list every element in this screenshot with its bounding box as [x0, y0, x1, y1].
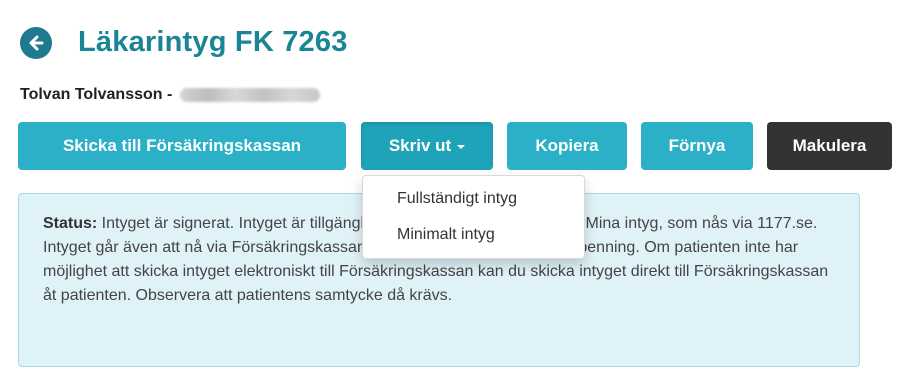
send-to-fk-button[interactable]: Skicka till Försäkringskassan [18, 122, 346, 170]
back-button[interactable] [20, 26, 52, 59]
copy-label: Kopiera [535, 136, 599, 155]
send-to-fk-label: Skicka till Försäkringskassan [62, 136, 302, 155]
page-header: Läkarintyg FK 7263 [20, 26, 348, 59]
renew-button[interactable]: Förnya [641, 122, 753, 170]
print-dropdown-button[interactable]: Skriv ut [361, 122, 493, 170]
certificate-page: Läkarintyg FK 7263 Tolvan Tolvansson - S… [0, 0, 914, 380]
patient-info: Tolvan Tolvansson - [20, 86, 321, 104]
cancel-certificate-button[interactable]: Makulera [767, 122, 892, 170]
print-full-certificate-item[interactable]: Fullständigt intyg [363, 181, 584, 217]
print-minimal-certificate-item[interactable]: Minimalt intyg [363, 217, 584, 253]
redacted-personal-number [180, 88, 321, 102]
status-label: Status: [43, 215, 98, 232]
cancel-certificate-label: Makulera [792, 136, 867, 155]
patient-name: Tolvan Tolvansson - [20, 86, 173, 103]
print-dropdown-menu: Fullständigt intyg Minimalt intyg [362, 175, 585, 259]
print-label: Skriv ut [388, 136, 452, 155]
renew-label: Förnya [668, 136, 726, 155]
caret-down-icon [457, 145, 466, 149]
copy-button[interactable]: Kopiera [507, 122, 627, 170]
arrow-left-circle-icon [29, 35, 44, 50]
page-title: Läkarintyg FK 7263 [78, 26, 348, 58]
